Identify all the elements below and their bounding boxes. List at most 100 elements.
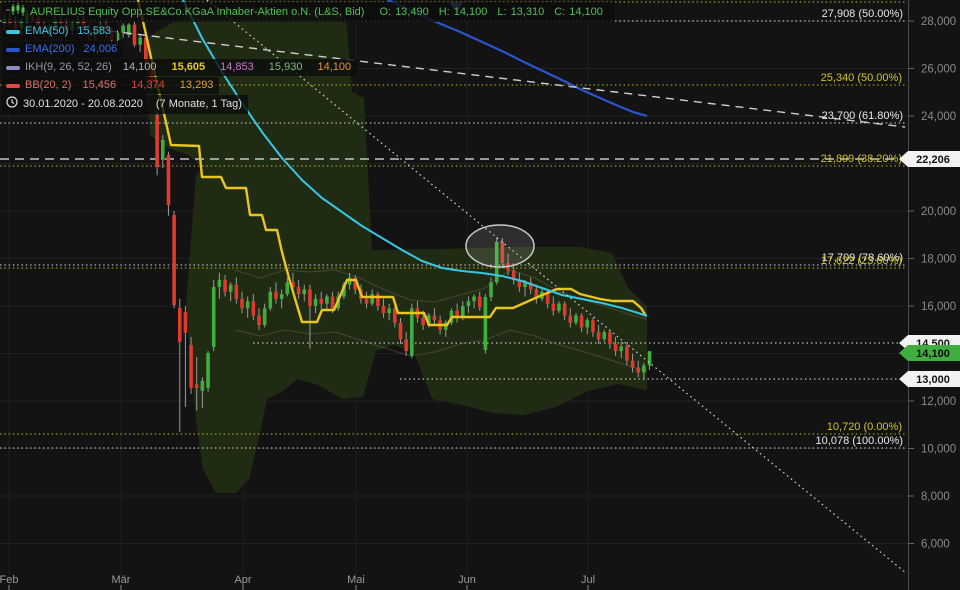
candle-body: [296, 287, 301, 295]
trading-chart-window: 28,000 26,000 24,000 20,000 18,000 16,000 12,0…: [0, 0, 960, 590]
candle-body: [211, 287, 216, 347]
candle-body: [183, 311, 188, 333]
candle-body: [279, 294, 284, 299]
candle-body: [432, 315, 437, 321]
candle-body: [596, 332, 601, 340]
candle-body: [364, 298, 369, 304]
low-label: L:: [497, 5, 507, 18]
current-price-tag[interactable]: 14,100: [899, 345, 960, 361]
candle-body: [410, 308, 414, 356]
axis-price-label: 24,000: [921, 111, 956, 123]
candle-body: [313, 298, 318, 306]
legend-ichimoku[interactable]: IKH(9, 26, 52, 26) 14,100 15,605 14,853 …: [2, 59, 358, 76]
ichimoku-value-1: 14,100: [122, 61, 157, 73]
axis-price-label: 12,000: [921, 396, 956, 408]
candle-body: [625, 346, 629, 361]
fib-level-label: 27,908 (50.00%): [822, 8, 903, 20]
candle-body: [387, 308, 391, 314]
candle-body: [325, 296, 329, 304]
date-range-row: 30.01.2020 - 20.08.2020 (7 Monate, 1 Tag…: [2, 95, 248, 114]
open-label: O:: [379, 5, 392, 18]
instrument-title-row: AURELIUS Equity Opp.SE&Co.KGaA Inhaber-A…: [2, 2, 615, 22]
candle-body: [562, 303, 567, 316]
candle-body: [166, 154, 171, 206]
candle-body: [223, 279, 227, 292]
candlestick-chart-icon: [6, 3, 25, 21]
close-value: 14,100: [569, 5, 603, 18]
candle-body: [257, 315, 261, 325]
candle-body: [308, 289, 312, 306]
candle-body: [636, 367, 641, 373]
candle-body: [647, 351, 652, 366]
axis-price-label: 20,000: [921, 206, 956, 218]
price-tag-13000[interactable]: 13,000: [899, 371, 960, 387]
candle-body: [477, 296, 482, 308]
axis-price-label: 18,000: [921, 254, 956, 266]
axis-month-label: Mär: [112, 574, 131, 586]
axis-month-label: Feb: [0, 574, 18, 586]
price-tag-22206[interactable]: 22,206: [899, 151, 960, 167]
candle-body: [189, 344, 193, 388]
legend-ema200[interactable]: EMA(200) 24,006: [2, 41, 124, 58]
candle-body: [217, 279, 222, 287]
candle-body: [404, 339, 408, 352]
bollinger-value-1: 15,456: [82, 79, 117, 91]
candle-body: [240, 298, 244, 309]
candle-body: [483, 296, 488, 350]
candle-body: [285, 282, 290, 295]
candle-body: [200, 380, 205, 391]
ema50-label: EMA(50): [25, 25, 69, 37]
ichimoku-swatch-icon: [6, 65, 20, 70]
fib-level-label: 21,899 (38.20%): [821, 153, 902, 165]
candle-body: [155, 115, 159, 168]
ichimoku-value-2: 15,605: [171, 61, 206, 73]
candle-body: [330, 296, 335, 309]
legend-bollinger[interactable]: BB(20, 2) 15,456 14,374 13,293: [2, 77, 220, 94]
fib-level-label: 10,078 (100.00%): [816, 435, 903, 447]
axis-price-label: 10,000: [921, 444, 956, 456]
candle-body: [370, 294, 374, 304]
legend-ema50[interactable]: EMA(50) 15,583: [2, 23, 118, 40]
ichimoku-label: IKH(9, 26, 52, 26): [25, 61, 112, 73]
axis-month-label: Jul: [581, 574, 595, 586]
fib-level-label: 25,340 (50.00%): [821, 72, 902, 84]
date-duration: (7 Monate, 1 Tag): [155, 98, 242, 110]
ema200-label: EMA(200): [25, 43, 75, 55]
candle-body: [274, 291, 278, 299]
date-range: 30.01.2020 - 20.08.2020: [23, 98, 143, 110]
time-axis[interactable]: Feb Mär Apr Mai Jun Jul: [0, 574, 595, 590]
price-tag-value: 13,000: [916, 374, 950, 386]
candle-body: [585, 320, 590, 328]
high-value: 14,100: [453, 5, 488, 18]
ohlc-readout: O: 13,490 H: 14,100 L: 13,310 C: 14,100: [379, 5, 608, 20]
price-axis[interactable]: 28,000 26,000 24,000 20,000 18,000 16,000 12,0…: [908, 0, 956, 590]
bollinger-label: BB(20, 2): [25, 79, 72, 91]
ellipse-annotation[interactable]: [465, 224, 535, 268]
candle-body: [234, 284, 239, 299]
candle-body: [489, 282, 493, 297]
candle-body: [302, 289, 307, 295]
candle-body: [568, 315, 573, 323]
fib-level-label: 23,700 (61.80%): [822, 110, 903, 122]
close-label: C:: [554, 5, 566, 18]
ichimoku-value-3: 14,853: [220, 61, 254, 73]
candle-body: [262, 308, 267, 325]
low-value: 13,310: [510, 5, 545, 18]
candle-body: [579, 315, 584, 328]
candle-body: [619, 346, 624, 352]
candle-body: [268, 291, 273, 309]
candle-body: [206, 353, 210, 388]
bollinger-value-2: 14,374: [131, 79, 165, 91]
candle-body: [472, 296, 476, 302]
ema200-value: 24,006: [83, 43, 118, 55]
candle-body: [398, 322, 403, 340]
axis-price-label: 28,000: [921, 16, 956, 28]
ema50-swatch-icon: [6, 29, 20, 34]
ichimoku-value-4: 15,930: [268, 61, 303, 73]
price-tag-value: 22,206: [916, 154, 950, 166]
candle-body: [613, 344, 618, 352]
instrument-title: AURELIUS Equity Opp.SE&Co.KGaA Inhaber-A…: [30, 5, 365, 18]
candle-body: [574, 315, 578, 323]
axis-price-label: 26,000: [921, 64, 956, 76]
high-label: H:: [438, 5, 450, 18]
